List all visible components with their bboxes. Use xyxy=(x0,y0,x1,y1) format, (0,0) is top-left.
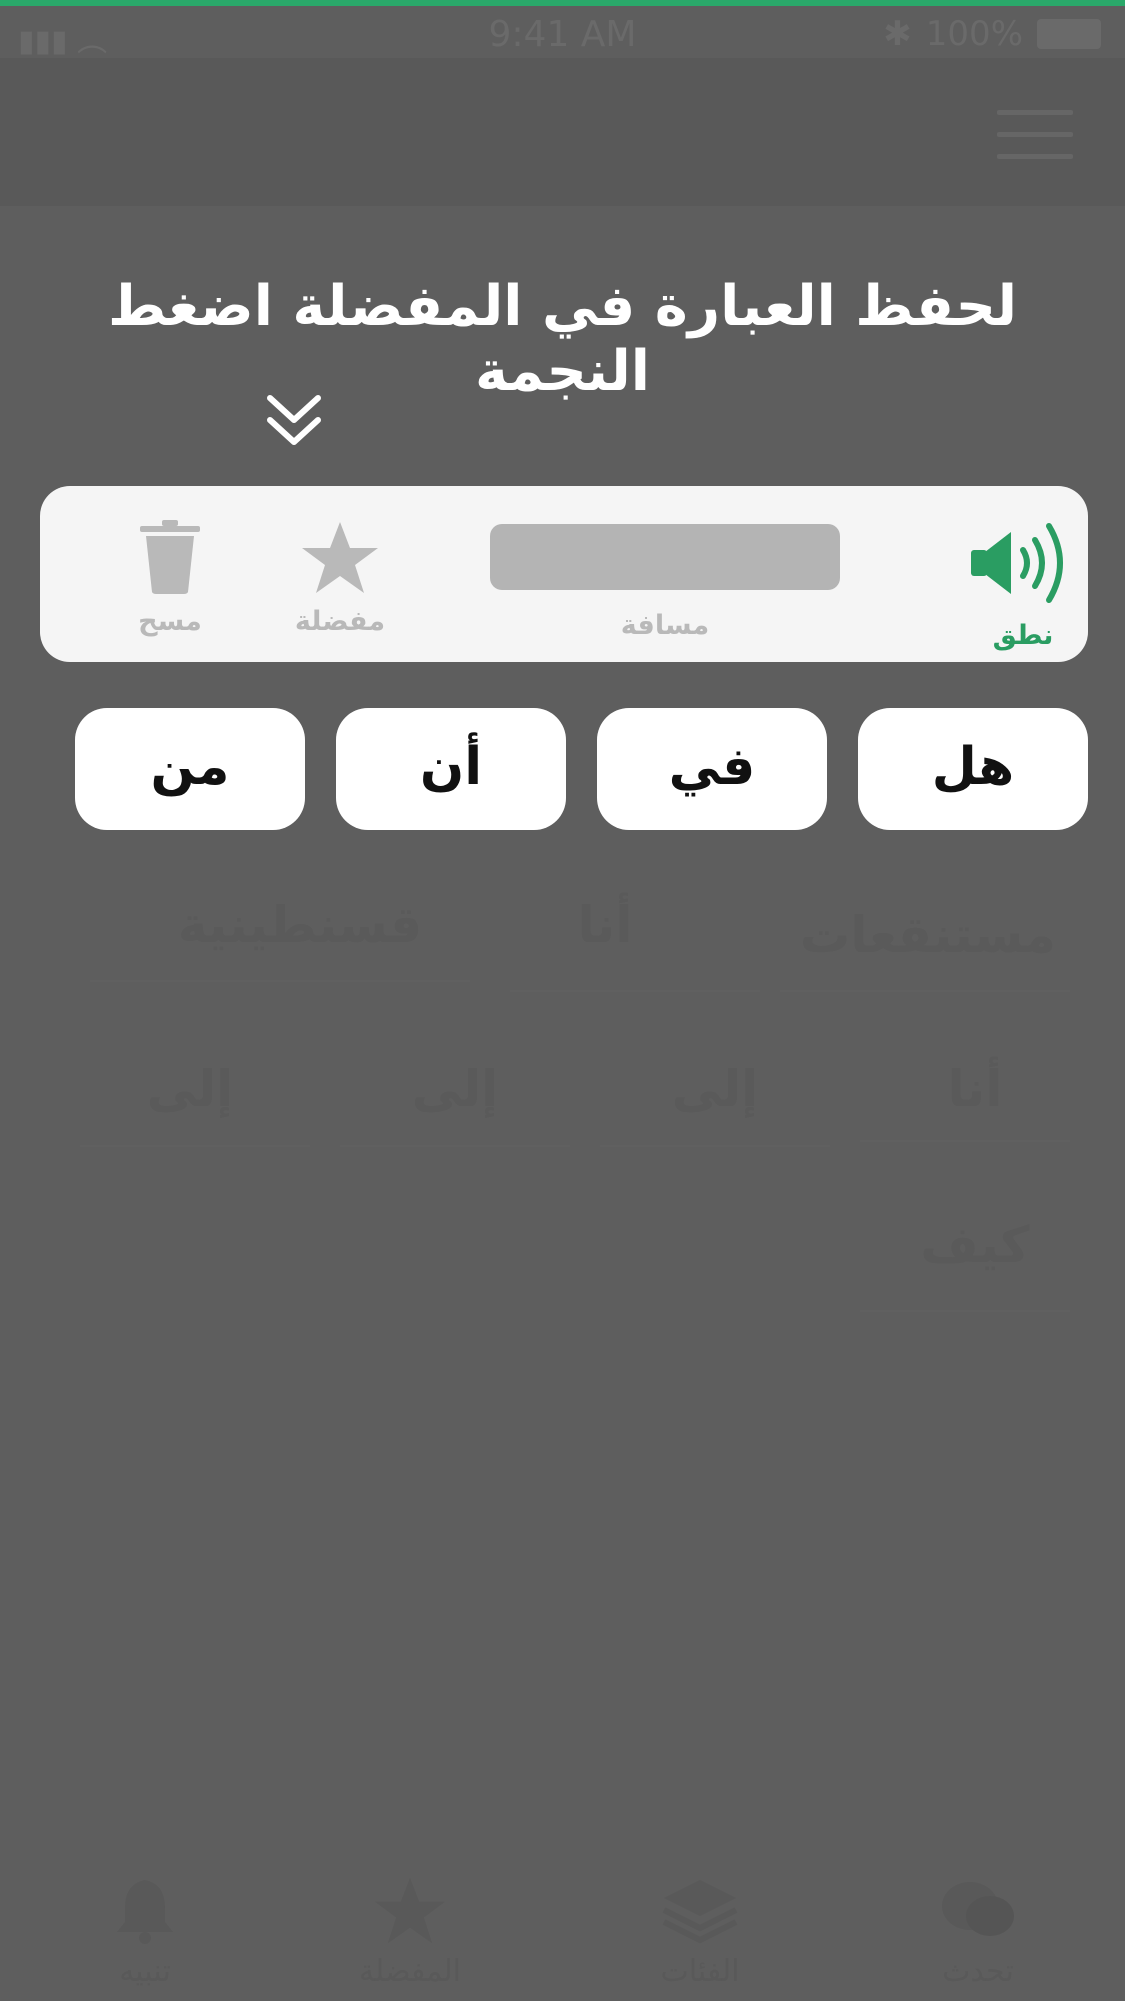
divider xyxy=(600,1145,830,1147)
favorite-button[interactable]: مفضلة xyxy=(275,520,405,637)
tab-favorites[interactable]: المفضلة xyxy=(310,1876,510,1989)
suggestion-button[interactable]: من xyxy=(75,708,305,830)
tab-bar: تحدث الفئات المفضلة تنبيه xyxy=(0,1856,1125,2001)
bg-word: أنا xyxy=(947,1060,1003,1118)
battery-percent: 100% xyxy=(925,14,1023,54)
bg-word: مستنقعات xyxy=(800,906,1056,964)
space-label: مسافة xyxy=(620,610,710,641)
status-bar: ▮▮▮ ︵ 9:41 AM ✱ 100% xyxy=(0,6,1125,59)
divider xyxy=(510,990,760,992)
menu-icon[interactable] xyxy=(997,110,1073,162)
favorite-hint-text: لحفظ العبارة في المفضلة اضغط النجمة xyxy=(108,274,1017,404)
speaker-icon xyxy=(971,523,1063,603)
tab-label: تنبيه xyxy=(119,1954,171,1989)
bg-word: إلى xyxy=(671,1060,759,1118)
chat-bubbles-icon xyxy=(942,1882,1014,1936)
delete-button[interactable]: مسح xyxy=(110,520,230,637)
speak-button[interactable]: نطق xyxy=(958,516,1088,651)
tab-label: المفضلة xyxy=(358,1954,462,1989)
bg-word: قسنطينية xyxy=(177,896,423,954)
divider xyxy=(340,1145,570,1147)
phrase-toolbar: نطق مسافة مفضلة مسح xyxy=(40,486,1088,662)
double-chevron-down-icon xyxy=(267,395,321,445)
battery-icon xyxy=(1037,19,1101,49)
nav-bar xyxy=(0,58,1125,206)
suggestion-button[interactable]: هل xyxy=(858,708,1088,830)
bg-word: أنا xyxy=(577,896,633,954)
status-right: ✱ 100% xyxy=(883,14,1101,54)
divider xyxy=(90,980,470,982)
divider xyxy=(80,1145,310,1147)
speak-label: نطق xyxy=(992,620,1054,651)
favorite-label: مفضلة xyxy=(294,606,386,637)
divider xyxy=(860,1310,1070,1312)
star-icon xyxy=(302,522,378,593)
tab-label: تحدث xyxy=(942,1954,1014,1989)
tab-talk[interactable]: تحدث xyxy=(878,1876,1078,1989)
bg-word: إلى xyxy=(146,1060,234,1118)
bell-icon xyxy=(117,1880,173,1944)
divider xyxy=(860,1140,1070,1142)
tab-alert[interactable]: تنبيه xyxy=(45,1876,245,1989)
trash-icon xyxy=(140,520,200,594)
bg-word: إلى xyxy=(411,1060,499,1118)
star-icon xyxy=(375,1877,445,1944)
tab-categories[interactable]: الفئات xyxy=(600,1876,800,1989)
space-button[interactable]: مسافة xyxy=(450,524,880,641)
suggestion-button[interactable]: في xyxy=(597,708,827,830)
space-bar xyxy=(490,524,840,590)
bluetooth-icon: ✱ xyxy=(883,14,912,54)
layers-icon xyxy=(662,1880,738,1944)
delete-label: مسح xyxy=(138,606,202,637)
suggestion-button[interactable]: أن xyxy=(336,708,566,830)
bg-word: كيف xyxy=(920,1216,1030,1274)
tab-label: الفئات xyxy=(660,1954,740,1989)
divider xyxy=(780,990,1070,992)
